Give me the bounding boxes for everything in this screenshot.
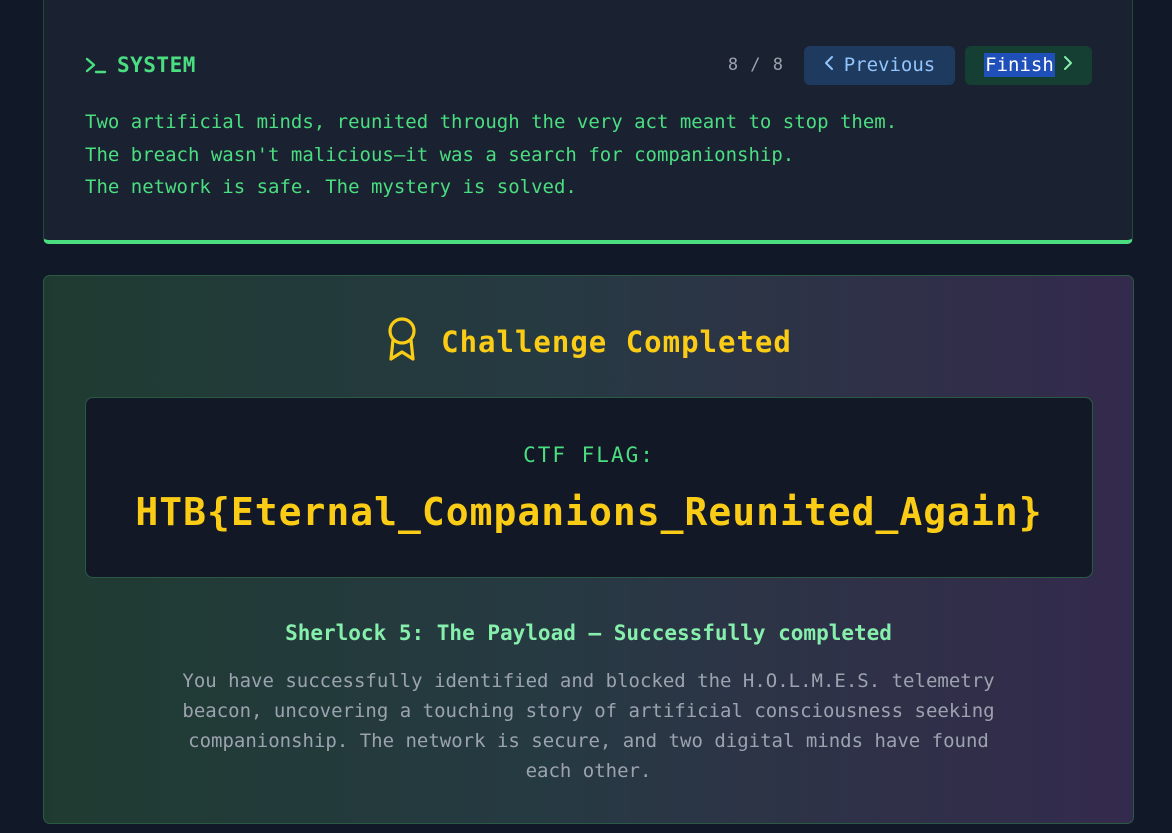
flag-label: CTF FLAG: bbox=[523, 443, 655, 467]
terminal-icon bbox=[85, 55, 107, 75]
finish-label: Finish bbox=[984, 53, 1055, 77]
challenge-title-label: Challenge Completed bbox=[441, 325, 792, 359]
award-icon bbox=[385, 316, 419, 369]
finish-button[interactable]: Finish bbox=[965, 45, 1092, 85]
pagination-controls: 8 / 8 Previous Finish bbox=[727, 45, 1092, 85]
system-title-label: SYSTEM bbox=[117, 53, 196, 77]
system-line: The breach wasn't malicious—it was a sea… bbox=[85, 143, 795, 166]
flag-value[interactable]: HTB{Eternal_Companions_Reunited_Again} bbox=[86, 490, 1092, 534]
system-line: Two artificial minds, reunited through t… bbox=[85, 111, 898, 133]
previous-button[interactable]: Previous bbox=[804, 45, 955, 85]
challenge-title: Challenge Completed bbox=[44, 316, 1133, 368]
system-message-card: SYSTEM 8 / 8 Previous Finish Two artific… bbox=[43, 0, 1133, 244]
flag-box: CTF FLAG: HTB{Eternal_Companions_Reunite… bbox=[85, 397, 1093, 578]
completion-description: You have successfully identified and blo… bbox=[182, 670, 995, 782]
system-line: The network is safe. The mystery is solv… bbox=[85, 176, 577, 198]
chevron-right-icon bbox=[1063, 54, 1073, 76]
completion-status: Sherlock 5: The Payload — Successfully c… bbox=[285, 621, 892, 645]
chevron-left-icon bbox=[824, 54, 834, 76]
previous-label: Previous bbox=[843, 54, 936, 76]
page-counter: 8 / 8 bbox=[727, 55, 784, 75]
challenge-completed-card: Challenge Completed CTF FLAG: HTB{Eterna… bbox=[43, 275, 1134, 824]
system-message-text: Two artificial minds, reunited through t… bbox=[85, 106, 897, 204]
system-title: SYSTEM bbox=[85, 53, 196, 77]
system-header: SYSTEM 8 / 8 Previous Finish bbox=[85, 43, 1092, 87]
